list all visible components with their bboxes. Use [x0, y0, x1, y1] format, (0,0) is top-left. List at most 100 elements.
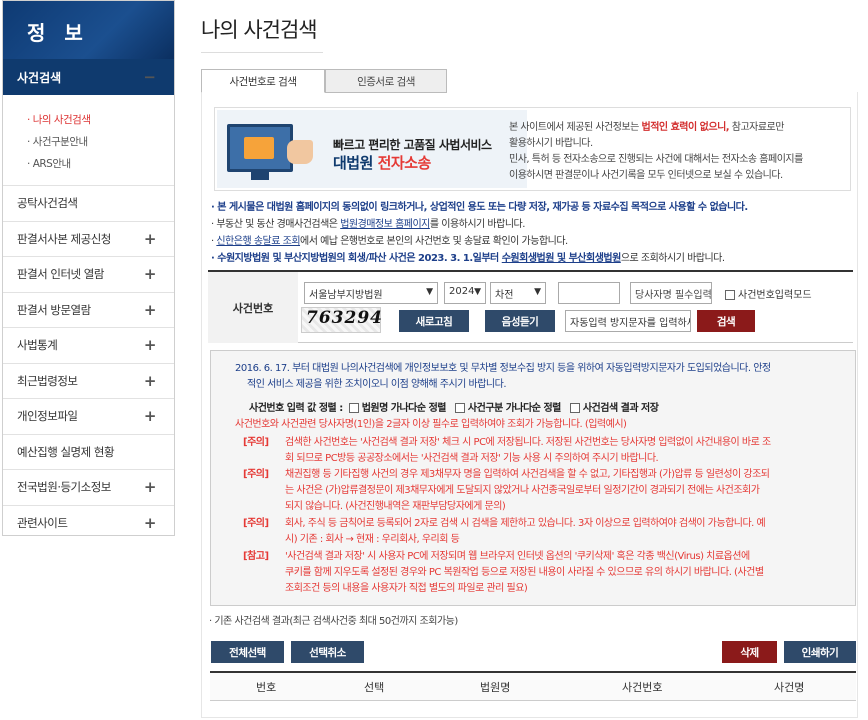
notice-shinhan: 신한은행 송달료 조회에서 예납 은행번호로 본인의 사건번호 및 송달료 확인…	[211, 232, 851, 247]
sidebar-item-label: 예산집행 실명제 현황	[17, 444, 115, 459]
notice-copyright: 본 게시물은 대법원 홈페이지의 동의없이 링크하거나, 상업적인 용도 또는 …	[211, 198, 851, 213]
captcha-image: 763294	[301, 307, 382, 333]
sidebar-item-judgment-copy[interactable]: 판결서사본 제공신청 +	[3, 222, 174, 257]
sort-by-type-checkbox[interactable]	[454, 403, 465, 413]
sort-by-type-label: 사건구분 가나다순 정렬	[467, 403, 561, 414]
sidebar-item-label: 공탁사건검색	[17, 196, 78, 211]
sidebar: 정 보 사건검색 − 나의 사건검색 사건구분안내 ARS안내 공탁사건검색 판…	[2, 0, 175, 536]
shinhan-fee-link[interactable]: 신한은행 송달료 조회	[216, 236, 300, 247]
banner-description: 본 사이트에서 제공된 사건정보는 법적인 효력이 없으니, 참고자료로만 활용…	[509, 120, 829, 184]
auction-site-link[interactable]: 법원경매정보 홈페이지	[340, 219, 430, 230]
submenu-item-my-case-search[interactable]: 나의 사건검색	[27, 109, 174, 131]
tab-case-number-search[interactable]: 사건번호로 검색	[201, 69, 325, 93]
banner-brand-highlight: 전자소송	[377, 154, 432, 172]
sidebar-item-label: 전국법원·등기소정보	[17, 480, 111, 495]
sidebar-item-label: 개인정보파일	[17, 409, 78, 424]
sidebar-item-statistics[interactable]: 사법통계 +	[3, 328, 174, 364]
sidebar-item-label: 판결서사본 제공신청	[17, 231, 111, 246]
column-header: 사건번호	[622, 680, 663, 694]
banner-brand-prefix: 대법원	[333, 154, 378, 172]
chevron-down-icon: ▼	[474, 287, 481, 297]
reference-cookie-line1: '사건검색 결과 저장' 시 사용자 PC에 저장되며 웹 브라우저 인터넷 옵…	[285, 551, 750, 562]
caution-forbidden-line1: 회사, 주식 등 금칙어로 등록되어 2자로 검색 시 검색을 제한하고 있습니…	[285, 518, 766, 529]
hand-icon	[287, 140, 313, 164]
direct-input-checkbox[interactable]: 사건번호입력모드	[725, 286, 812, 301]
sidebar-item-budget[interactable]: 예산집행 실명제 현황	[3, 435, 174, 470]
caution-save-line2: 회 되므로 PC방등 공공장소에서는 '사건검색 결과 저장' 기능 사용 시 …	[285, 453, 659, 464]
case-type-select[interactable]: 차전 ▼	[490, 282, 546, 304]
expand-icon: +	[143, 514, 157, 533]
sort-by-court-checkbox[interactable]	[348, 403, 359, 413]
chevron-down-icon: ▼	[534, 287, 541, 297]
banner-text: 민사, 특허 등 전자소송으로 진행되는 사건에 대해서는 전자소송 홈페이지를	[509, 154, 803, 165]
sidebar-item-label: 사법통계	[17, 338, 58, 353]
guide-captcha-notice: 2016. 6. 17. 부터 대법원 나의사건검색에 개인정보보호 및 무차별…	[235, 363, 771, 374]
sort-options: 사건번호 입력 값 정렬 : 법원명 가나다순 정렬 사건구분 가나다순 정렬 …	[249, 399, 659, 414]
case-number-label: 사건번호	[208, 272, 298, 343]
refresh-captcha-button[interactable]: 새로고침	[399, 310, 469, 332]
caution-execution-line3: 되지 않습니다. (사건진행내역은 재판부담당자에게 문의)	[285, 501, 506, 512]
sidebar-title: 정 보	[3, 1, 174, 59]
banner-text: 참고자료로만	[729, 122, 785, 133]
banner-text: 본 사이트에서 제공된 사건정보는	[509, 122, 642, 133]
audio-captcha-button[interactable]: 음성듣기	[485, 310, 555, 332]
chevron-down-icon: ▼	[426, 287, 433, 297]
search-button[interactable]: 검색	[697, 310, 755, 332]
expand-icon: +	[143, 478, 157, 497]
expand-icon: +	[143, 371, 157, 390]
column-header: 선택	[364, 680, 385, 694]
submenu-item-case-type-guide[interactable]: 사건구분안내	[27, 131, 174, 153]
collapse-icon: −	[143, 68, 156, 86]
save-results-checkbox[interactable]	[569, 403, 580, 413]
select-all-button[interactable]: 전체선택	[211, 641, 284, 663]
caution-save-line1: 검색한 사건번호는 '사건검색 결과 저장' 체크 시 PC에 저장됩니다. 저…	[285, 437, 771, 448]
sidebar-item-privacy-files[interactable]: 개인정보파일 +	[3, 399, 174, 435]
caution-tag: [주의]	[243, 469, 269, 480]
notice-text: 를 이용하시기 바랍니다.	[429, 219, 526, 230]
sidebar-submenu: 나의 사건검색 사건구분안내 ARS안내	[3, 95, 174, 186]
banner-image: 빠르고 편리한 고품질 사법서비스 대법원 전자소송	[217, 110, 527, 188]
tab-certificate-search[interactable]: 인증서로 검색	[325, 69, 447, 93]
sidebar-item-label: 판결서 방문열람	[17, 302, 91, 317]
results-note-text: 기존 사건검색 결과(최근 검색사건중 최대 50건까지 조회가능)	[214, 616, 458, 627]
column-header: 법원명	[480, 680, 511, 694]
year-select[interactable]: 2024 ▼	[444, 282, 486, 304]
sidebar-item-case-search[interactable]: 사건검색 −	[3, 59, 174, 95]
expand-icon: +	[143, 300, 157, 319]
party-name-input[interactable]: 당사자명 필수입력	[630, 282, 712, 304]
caution-execution-line1: 채권집행 등 기타집행 사건의 경우 제3채무자 명을 입력하여 사건검색을 할…	[285, 469, 770, 480]
sidebar-item-related-sites[interactable]: 관련사이트 +	[3, 506, 174, 542]
page-title: 나의 사건검색	[201, 18, 318, 42]
e-litigation-banner[interactable]: 빠르고 편리한 고품질 사법서비스 대법원 전자소송 본 사이트에서 제공된 사…	[214, 107, 851, 191]
reference-tag: [참고]	[243, 551, 269, 562]
sidebar-item-courts[interactable]: 전국법원·등기소정보 +	[3, 470, 174, 506]
title-divider	[201, 52, 323, 53]
sort-label: 사건번호 입력 값 정렬 :	[249, 403, 343, 414]
court-select[interactable]: 서울남부지방법원 ▼	[304, 282, 438, 304]
expand-icon: +	[143, 336, 157, 355]
notice-text: 수원지방법원 및 부산지방법원의 회생/파산 사건은 2023. 3. 1.일부…	[217, 253, 502, 264]
sidebar-item-label: 최근법령정보	[17, 373, 78, 388]
sidebar-item-laws[interactable]: 최근법령정보 +	[3, 364, 174, 399]
caution-execution-line2: 는 사건은 (가)압류결정문이 제3채무자에게 도달되지 않았거나 사건종국일로…	[285, 485, 760, 496]
sidebar-item-judgment-online[interactable]: 판결서 인터넷 열람 +	[3, 257, 174, 293]
banner-text: 활용하시기 바랍니다.	[509, 138, 593, 149]
rehabilitation-court-link[interactable]: 수원회생법원 및 부산회생법원	[502, 253, 622, 264]
column-header: 번호	[256, 680, 277, 694]
checkbox-label: 사건번호입력모드	[738, 290, 812, 301]
print-button[interactable]: 인쇄하기	[784, 641, 856, 663]
column-header: 사건명	[774, 680, 805, 694]
captcha-input[interactable]: 자동입력 방지문자를 입력하세요	[565, 310, 691, 332]
deselect-button[interactable]: 선택취소	[291, 641, 364, 663]
delete-button[interactable]: 삭제	[722, 641, 777, 663]
sidebar-item-judgment-visit[interactable]: 판결서 방문열람 +	[3, 293, 174, 328]
results-table-header: 번호 선택 법원명 사건번호 사건명	[210, 671, 856, 701]
case-number-input[interactable]	[558, 282, 620, 304]
submenu-item-ars-guide[interactable]: ARS안내	[27, 153, 174, 175]
reference-cookie-line2: 쿠키를 함께 지우도록 설정된 경우와 PC 복원작업 등으로 저장된 내용이 …	[285, 567, 764, 578]
caution-forbidden-line2: 시) 기존 : 회사 → 현재 : 우리회사, 우리회 등	[285, 534, 460, 545]
save-results-label: 사건검색 결과 저장	[582, 403, 659, 414]
sidebar-item-deposit-search[interactable]: 공탁사건검색	[3, 186, 174, 222]
expand-icon: +	[143, 265, 157, 284]
sidebar-item-label: 사건검색	[17, 70, 62, 85]
